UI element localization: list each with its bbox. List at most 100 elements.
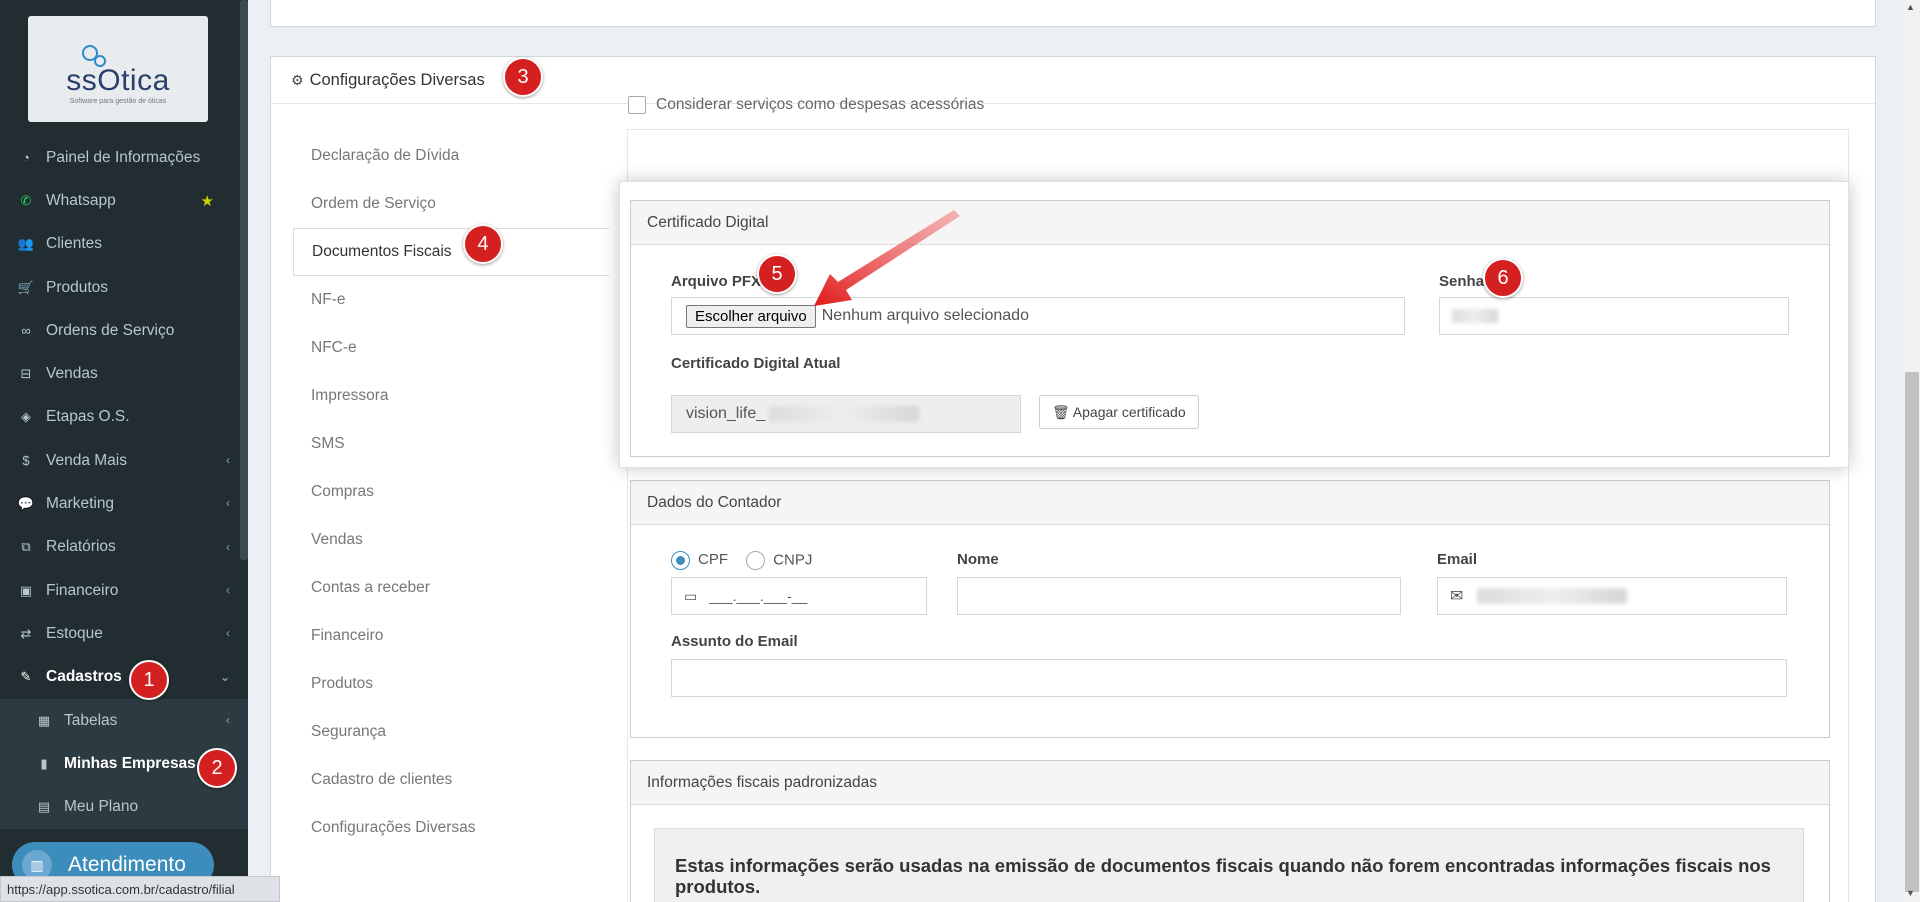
arquivo-pfx-input[interactable]: Escolher arquivo Nenhum arquivo selecion… [671,297,1405,335]
atual-input: vision_life_ [671,395,1021,433]
sidebar-item-label: Estoque [46,624,103,642]
dashboard-icon: ◔ [22,150,30,166]
sidebar-item-estoque[interactable]: ⇄ Estoque ‹ [0,612,248,655]
sidebar-item-label: Ordens de Serviço [46,321,175,339]
sidebar-item-venda-mais[interactable]: $ Venda Mais ‹ [0,439,248,482]
users-icon: 👥 [17,236,35,252]
step-badge-3: 3 [503,57,543,97]
edit-icon: ✎ [20,669,32,685]
arquivo-pfx-label: Arquivo PFX [671,273,762,290]
annotation-arrow-icon [814,210,960,306]
chevron-left-icon: ‹ [226,539,230,554]
sidebar-item-label: Cadastros [46,668,122,686]
whatsapp-icon: ✆ [20,192,32,208]
chevron-left-icon: ‹ [226,712,230,727]
step-badge-2: 2 [197,748,237,788]
checkbox[interactable] [628,96,646,114]
cpf-label: CPF [698,551,728,569]
sidebar-item-vendas[interactable]: ⊟ Vendas [0,352,248,395]
exchange-icon: ⇄ [20,625,32,641]
tab-nfce[interactable]: NFC-e [293,324,609,372]
checkbox-label: Considerar serviços como despesas acessó… [656,96,985,113]
file-icon: ▤ [37,799,51,815]
email-label: Email [1437,551,1478,568]
tab-financeiro[interactable]: Financeiro [293,612,609,660]
choose-file-button[interactable]: Escolher arquivo [686,304,816,328]
tag-icon: ◈ [21,409,31,425]
step-badge-4: 4 [463,224,503,264]
tab-cadastro-clientes[interactable]: Cadastro de clientes [293,756,609,804]
checkbox-despesas[interactable]: Considerar serviços como despesas acessó… [628,96,984,114]
cnpj-label: CNPJ [773,551,813,569]
envelope-icon: ✉ [1450,588,1464,605]
logo-subtitle: Software para gestão de óticas [69,98,167,105]
sidebar-scrollbar[interactable] [240,0,248,560]
gears-icon: ⚙ [291,71,304,88]
status-bar-url: https://app.ssotica.com.br/cadastro/fili… [0,876,280,902]
sidebar-item-label: Clientes [46,235,102,253]
id-card-icon: ▭ [684,587,698,604]
email-input[interactable]: ✉ [1437,577,1787,615]
chevron-left-icon: ‹ [226,626,230,641]
tab-compras[interactable]: Compras [293,468,609,516]
senha-input[interactable] [1439,297,1789,335]
tab-documentos-fiscais[interactable]: Documentos Fiscais [293,228,609,276]
tab-impressora[interactable]: Impressora [293,372,609,420]
sidebar-item-ordens[interactable]: ∞ Ordens de Serviço [0,309,248,352]
sidebar-item-label: Vendas [46,365,98,383]
email-redacted [1477,588,1628,604]
cpf-radio[interactable] [671,551,690,570]
sidebar-item-label: Painel de Informações [46,148,201,166]
tab-vendas[interactable]: Vendas [293,516,609,564]
tab-nfe[interactable]: NF-e [293,276,609,324]
atual-value: vision_life_ [686,405,766,422]
step-badge-6: 6 [1483,258,1523,298]
money-icon: ▣ [19,582,33,598]
chevron-left-icon: ‹ [226,453,230,468]
sidebar-item-marketing[interactable]: 💬 Marketing ‹ [0,482,248,525]
panel-title: Configurações Diversas [309,70,485,89]
sidebar-item-label: Produtos [46,278,109,296]
tab-seguranca[interactable]: Segurança [293,708,609,756]
sidebar-item-whatsapp[interactable]: ✆ Whatsapp ★ [0,179,248,222]
comments-icon: 💬 [17,496,35,512]
scroll-down-icon[interactable]: ▼ [1906,888,1915,898]
apagar-label: Apagar certificado [1072,404,1186,420]
atual-label: Certificado Digital Atual [671,355,841,372]
nome-input[interactable] [957,577,1401,615]
cpf-input[interactable]: ▭ ___.___.___-__ [671,577,927,615]
contador-title: Dados do Contador [631,481,1829,525]
previous-panel [270,0,1876,27]
tab-declaracao-divida[interactable]: Declaração de Dívida [293,132,609,180]
sidebar-item-label: Venda Mais [46,451,127,469]
scroll-up-icon[interactable]: ▲ [1906,2,1915,12]
atual-redacted [769,406,920,422]
sidebar-item-etapas[interactable]: ◈ Etapas O.S. [0,396,248,439]
sidebar-item-meu-plano[interactable]: ▤ Meu Plano [0,785,248,828]
cart-icon: 🛒 [17,279,35,295]
page-scrollbar-thumb[interactable] [1905,372,1919,892]
tab-sms[interactable]: SMS [293,420,609,468]
sidebar-item-financeiro[interactable]: ▣ Financeiro ‹ [0,569,248,612]
basket-icon: ⊟ [20,366,32,382]
step-badge-1: 1 [129,660,169,700]
tab-contas-receber[interactable]: Contas a receber [293,564,609,612]
tab-ordem-servico[interactable]: Ordem de Serviço [293,180,609,228]
chevron-left-icon: ‹ [226,496,230,511]
sidebar-item-tabelas[interactable]: ▦ Tabelas ‹ [0,699,248,742]
sidebar-item-label: Tabelas [64,711,118,729]
fiscais-title: Informações fiscais padronizadas [631,761,1829,805]
sidebar-item-clientes[interactable]: 👥 Clientes [0,223,248,266]
logo[interactable]: ssOtica Software para gestão de óticas [28,16,208,122]
sidebar-item-relatorios[interactable]: ⧉ Relatórios ‹ [0,526,248,569]
assunto-input[interactable] [671,659,1787,697]
trash-icon: 🗑 [1052,403,1070,420]
tab-produtos[interactable]: Produtos [293,660,609,708]
tab-configuracoes-diversas[interactable]: Configurações Diversas [293,804,609,852]
sidebar-item-painel[interactable]: ◔ Painel de Informações [0,136,248,179]
fiscais-info-box: Estas informações serão usadas na emissã… [654,828,1804,902]
sidebar-item-produtos[interactable]: 🛒 Produtos [0,266,248,309]
sidebar-item-cadastros[interactable]: ✎ Cadastros ⌄ [0,656,248,699]
apagar-certificado-button[interactable]: 🗑 Apagar certificado [1039,395,1199,429]
cnpj-radio[interactable] [746,551,766,570]
